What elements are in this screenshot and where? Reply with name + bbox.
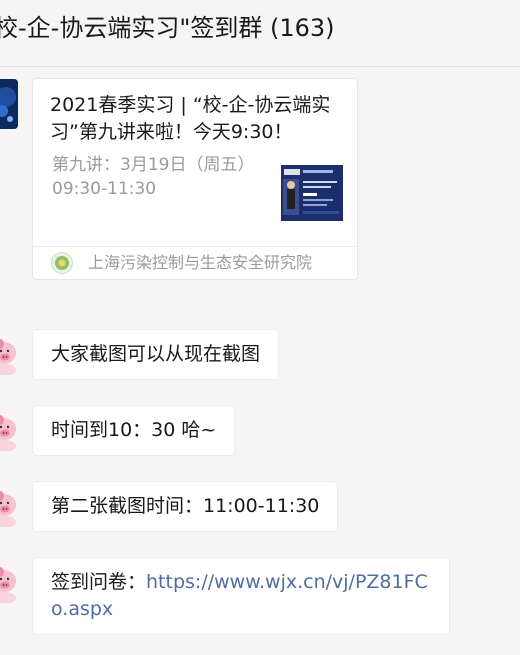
article-thumbnail: [281, 165, 343, 221]
sender-avatar[interactable]: [0, 563, 18, 603]
message-bubble[interactable]: 时间到10：30 哈~: [32, 405, 236, 456]
article-source: 上海污染控制与生态安全研究院: [88, 253, 313, 272]
article-title: 2021春季实习 | “校-企-协云端实习”第九讲来啦！今天9:30！: [50, 94, 331, 143]
message-text: 大家截图可以从现在截图: [51, 343, 261, 365]
card-divider: [33, 246, 357, 247]
shared-article-card[interactable]: 2021春季实习 | “校-企-协云端实习”第九讲来啦！今天9:30！ 第九讲：…: [32, 78, 358, 280]
account-logo-icon: [51, 252, 73, 274]
message-bubble[interactable]: 大家截图可以从现在截图: [32, 329, 280, 380]
chat-title[interactable]: 校-企-协云端实习"签到群 (163): [0, 12, 335, 44]
message-bubble[interactable]: 签到问卷：https://www.wjx.cn/vj/PZ81FCo.aspx: [32, 557, 450, 635]
sender-avatar[interactable]: [0, 79, 18, 129]
sender-avatar[interactable]: [0, 335, 18, 375]
sender-avatar[interactable]: [0, 411, 18, 451]
article-description: 第九讲：3月19日（周五）09:30-11:30: [52, 155, 246, 199]
message-text: 第二张截图时间：11:00-11:30: [51, 495, 320, 517]
sender-avatar[interactable]: [0, 487, 18, 527]
message-text: 时间到10：30 哈~: [51, 419, 217, 441]
message-text: 签到问卷：: [51, 571, 147, 593]
message-bubble[interactable]: 第二张截图时间：11:00-11:30: [32, 481, 339, 532]
chat-header: 校-企-协云端实习"签到群 (163): [0, 0, 520, 67]
